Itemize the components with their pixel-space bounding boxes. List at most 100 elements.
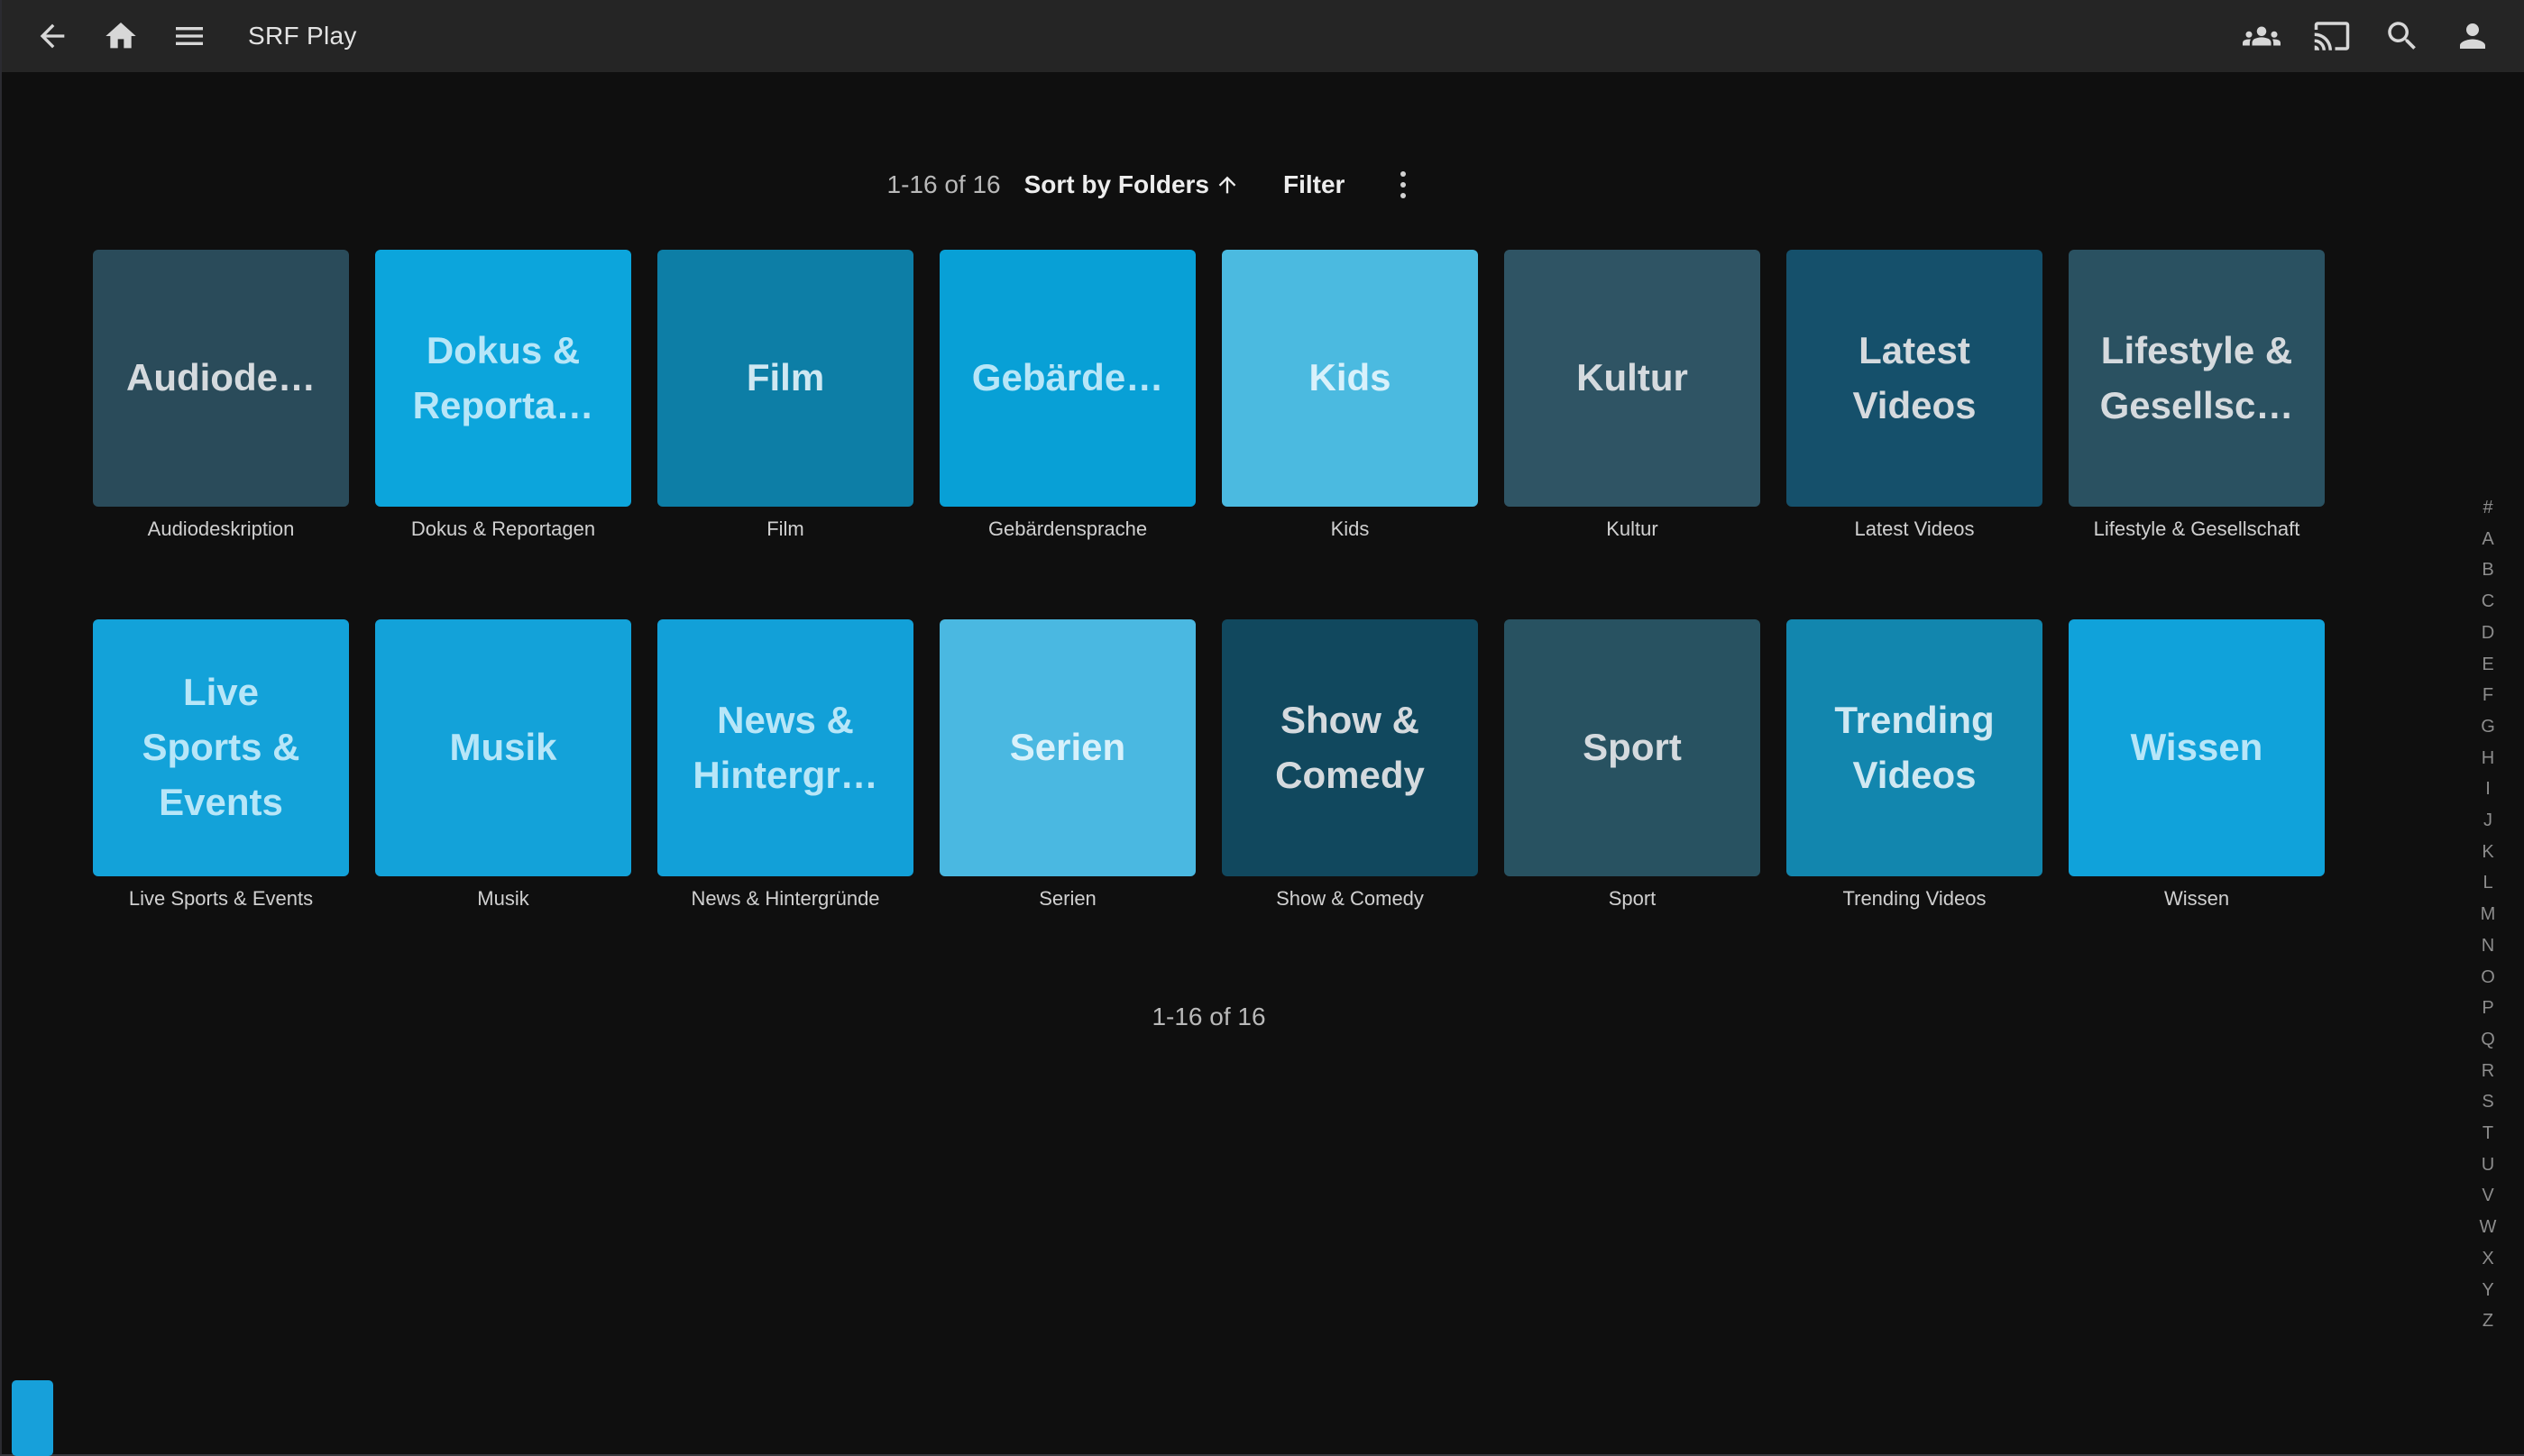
window-left-edge [0, 0, 2, 1456]
alphabet-letter-E[interactable]: E [2482, 649, 2493, 681]
footer-result-count: 1-16 of 16 [0, 1003, 2524, 1031]
folder-tile-lifestyle-gesellschaft[interactable]: Lifestyle & Gesellsc… [2069, 250, 2325, 507]
alphabet-letter-Z[interactable]: Z [2483, 1305, 2493, 1337]
alphabet-letter-W[interactable]: W [2480, 1212, 2497, 1243]
tile-caption: Wissen [2069, 887, 2325, 911]
folder-tile-dokus-reportagen[interactable]: Dokus & Reporta… [375, 250, 631, 507]
ellipsis-dot [1400, 182, 1406, 188]
tile-caption: Kids [1222, 517, 1478, 541]
alphabet-letter-G[interactable]: G [2481, 711, 2495, 743]
tile-title: Audiode… [119, 351, 323, 406]
menu-button[interactable] [169, 15, 210, 57]
folder-card: Latest Videos Latest Videos [1786, 250, 2042, 541]
alphabet-letter-I[interactable]: I [2485, 774, 2491, 805]
screenshot-preview-thumbnail[interactable] [12, 1380, 53, 1456]
tile-title: Serien [1003, 720, 1133, 775]
alphabet-letter-J[interactable]: J [2483, 805, 2492, 837]
alphabet-letter-B[interactable]: B [2482, 554, 2493, 586]
tile-title: Film [739, 351, 831, 406]
folder-card: News & Hintergr… News & Hintergründe [657, 619, 913, 911]
folder-card: Show & Comedy Show & Comedy [1222, 619, 1478, 911]
cast-button[interactable] [2311, 15, 2353, 57]
tile-caption: Dokus & Reportagen [375, 517, 631, 541]
alphabet-letter-A[interactable]: A [2482, 524, 2493, 555]
arrow-up-icon [1215, 172, 1240, 197]
tile-title: Dokus & Reporta… [406, 324, 601, 434]
tile-title: Kids [1301, 351, 1398, 406]
ellipsis-dot [1400, 193, 1406, 198]
folder-tile-kultur[interactable]: Kultur [1504, 250, 1760, 507]
ellipsis-dot [1400, 171, 1406, 177]
alphabet-scrubber[interactable]: #ABCDEFGHIJKLMNOPQRSTUVWXYZ [2475, 492, 2501, 1337]
back-button[interactable] [32, 15, 73, 57]
sort-button[interactable]: Sort by Folders [1024, 170, 1240, 199]
folder-card: Musik Musik [375, 619, 631, 911]
folder-card: Kultur Kultur [1504, 250, 1760, 541]
alphabet-letter-#[interactable]: # [2483, 492, 2492, 524]
folder-tile-audiodeskription[interactable]: Audiode… [93, 250, 349, 507]
folder-tile-film[interactable]: Film [657, 250, 913, 507]
search-icon [2383, 17, 2421, 55]
tile-caption: Audiodeskription [93, 517, 349, 541]
folder-tile-musik[interactable]: Musik [375, 619, 631, 876]
tile-caption: Film [657, 517, 913, 541]
alphabet-letter-F[interactable]: F [2483, 680, 2493, 711]
folder-tile-gebaerdensprache[interactable]: Gebärde… [940, 250, 1196, 507]
alphabet-letter-C[interactable]: C [2482, 586, 2494, 618]
alphabet-letter-D[interactable]: D [2482, 618, 2494, 649]
alphabet-letter-Q[interactable]: Q [2481, 1024, 2495, 1056]
tile-caption: Live Sports & Events [93, 887, 349, 911]
tile-title: Live Sports & Events [134, 665, 307, 830]
alphabet-letter-K[interactable]: K [2482, 837, 2493, 868]
tile-title: Wissen [2124, 720, 2271, 775]
search-button[interactable] [2382, 15, 2423, 57]
tile-caption: Musik [375, 887, 631, 911]
folder-tile-kids[interactable]: Kids [1222, 250, 1478, 507]
home-button[interactable] [100, 15, 142, 57]
alphabet-letter-P[interactable]: P [2482, 993, 2493, 1024]
tile-title: Lifestyle & Gesellsc… [2093, 324, 2301, 434]
folder-tile-latest-videos[interactable]: Latest Videos [1786, 250, 2042, 507]
user-button[interactable] [2452, 15, 2493, 57]
alphabet-letter-U[interactable]: U [2482, 1149, 2494, 1181]
alphabet-letter-R[interactable]: R [2482, 1056, 2494, 1087]
folder-tile-news-hintergruende[interactable]: News & Hintergr… [657, 619, 913, 876]
syncplay-button[interactable] [2241, 15, 2282, 57]
sort-label: Sort by Folders [1024, 170, 1209, 199]
folder-card: Film Film [657, 250, 913, 541]
alphabet-letter-H[interactable]: H [2482, 743, 2494, 774]
folder-tile-live-sports-events[interactable]: Live Sports & Events [93, 619, 349, 876]
tile-title: News & Hintergr… [685, 693, 885, 803]
filter-button[interactable]: Filter [1283, 170, 1345, 199]
alphabet-letter-N[interactable]: N [2482, 930, 2494, 962]
alphabet-letter-O[interactable]: O [2481, 962, 2495, 994]
home-icon [103, 18, 139, 54]
alphabet-letter-V[interactable]: V [2482, 1180, 2493, 1212]
folder-card: Serien Serien [940, 619, 1196, 911]
tile-caption: Serien [940, 887, 1196, 911]
back-arrow-icon [34, 18, 70, 54]
folder-tile-sport[interactable]: Sport [1504, 619, 1760, 876]
tile-title: Musik [442, 720, 564, 775]
tile-title: Show & Comedy [1268, 693, 1432, 803]
alphabet-letter-M[interactable]: M [2481, 899, 2496, 930]
folder-tile-trending-videos[interactable]: Trending Videos [1786, 619, 2042, 876]
alphabet-letter-T[interactable]: T [2483, 1118, 2493, 1149]
folder-tile-wissen[interactable]: Wissen [2069, 619, 2325, 876]
more-menu-button[interactable] [1395, 163, 1411, 206]
alphabet-letter-Y[interactable]: Y [2482, 1275, 2493, 1306]
folder-tile-serien[interactable]: Serien [940, 619, 1196, 876]
tile-caption: Kultur [1504, 517, 1760, 541]
result-count: 1-16 of 16 [887, 170, 1001, 199]
hamburger-menu-icon [171, 18, 207, 54]
alphabet-letter-S[interactable]: S [2482, 1086, 2493, 1118]
app-bar: SRF Play [0, 0, 2524, 72]
alphabet-letter-X[interactable]: X [2482, 1243, 2493, 1275]
folder-tile-show-comedy[interactable]: Show & Comedy [1222, 619, 1478, 876]
folder-card: Gebärde… Gebärdensprache [940, 250, 1196, 541]
tile-title: Sport [1575, 720, 1689, 775]
alphabet-letter-L[interactable]: L [2483, 867, 2492, 899]
tile-caption: Lifestyle & Gesellschaft [2069, 517, 2325, 541]
tile-caption: Sport [1504, 887, 1760, 911]
group-people-icon [2243, 17, 2281, 55]
